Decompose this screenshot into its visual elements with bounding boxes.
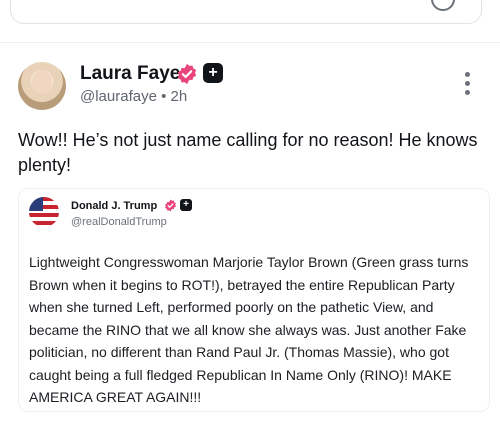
embedded-plus-badge-icon: + <box>180 199 192 211</box>
post-text: Wow!! He’s not just name calling for no … <box>18 130 478 175</box>
more-vertical-icon[interactable] <box>461 72 473 102</box>
separator-dot: • <box>161 88 167 105</box>
circle-icon[interactable] <box>431 0 455 11</box>
embedded-author-handle: @realDonaldTrump <box>71 216 167 228</box>
compose-placeholder-faded <box>97 0 167 1</box>
author-handle-time: @laurafaye • 2h <box>80 88 187 105</box>
embedded-post-text: Lightweight Congresswoman Marjorie Taylo… <box>29 254 469 405</box>
embedded-author-name: Donald J. Trump <box>71 200 158 212</box>
avatar[interactable] <box>18 62 66 110</box>
verified-badge-icon <box>177 63 197 85</box>
divider <box>0 42 500 43</box>
post-time[interactable]: 2h <box>171 88 188 105</box>
author-handle[interactable]: @laurafaye <box>80 88 157 105</box>
embedded-avatar <box>29 197 59 227</box>
compose-box[interactable] <box>10 0 482 24</box>
embedded-verified-badge-icon <box>165 199 176 212</box>
embedded-post[interactable]: Donald J. Trump + @realDonaldTrump Light… <box>18 188 490 412</box>
plus-badge-icon: + <box>203 63 223 83</box>
author-name[interactable]: Laura Faye <box>80 63 180 85</box>
